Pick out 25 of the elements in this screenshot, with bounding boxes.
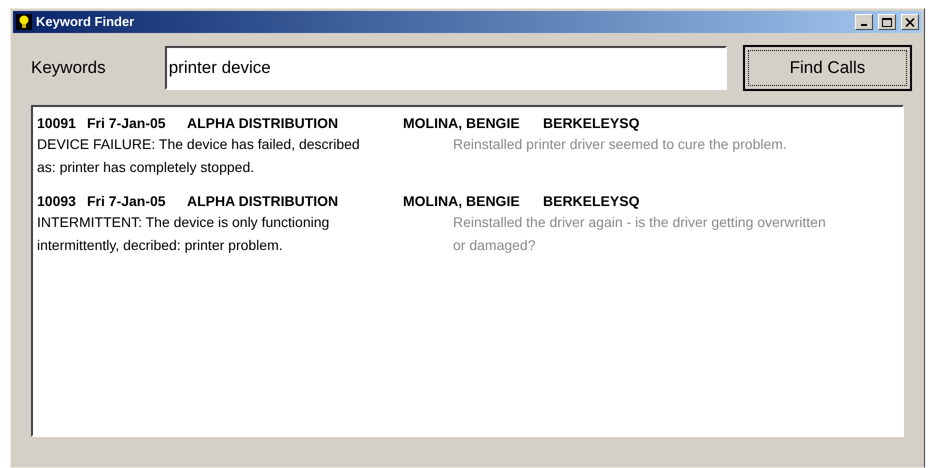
problem-description: DEVICE FAILURE: The device has failed, described as: printer has completely stopped. <box>37 135 361 177</box>
minimize-button[interactable] <box>855 14 873 30</box>
minimize-icon <box>861 24 867 26</box>
window-title: Keyword Finder <box>36 13 136 32</box>
maximize-button[interactable] <box>878 14 896 30</box>
agent-name: MOLINA, BENGIE <box>403 114 521 133</box>
lightbulb-icon <box>16 14 32 30</box>
site-name: BERKELEYSQ <box>543 114 640 133</box>
keywords-field[interactable]: printer device <box>164 46 727 90</box>
keywords-label: Keywords <box>30 57 107 80</box>
call-date: Fri 7-Jan-05 <box>87 192 167 211</box>
problem-description: INTERMITTENT: The device is only functioning intermittently, decribed: printer problem. <box>37 213 330 255</box>
call-date: Fri 7-Jan-05 <box>87 114 167 133</box>
company-name: ALPHA DISTRIBUTION <box>187 114 340 133</box>
company-name: ALPHA DISTRIBUTION <box>187 192 340 211</box>
resolution-note: Reinstalled printer driver seemed to cure the problem. <box>453 135 788 154</box>
close-icon <box>905 18 915 26</box>
close-button[interactable] <box>901 14 919 30</box>
maximize-icon <box>882 18 892 26</box>
agent-name: MOLINA, BENGIE <box>403 192 521 211</box>
resolution-note: Reinstalled the driver again - is the driver getting overwritten or damaged? <box>453 213 827 255</box>
find-calls-button[interactable]: Find Calls <box>742 45 912 91</box>
site-name: BERKELEYSQ <box>543 192 640 211</box>
call-id: 10091 <box>37 114 77 133</box>
call-id: 10093 <box>37 192 77 211</box>
